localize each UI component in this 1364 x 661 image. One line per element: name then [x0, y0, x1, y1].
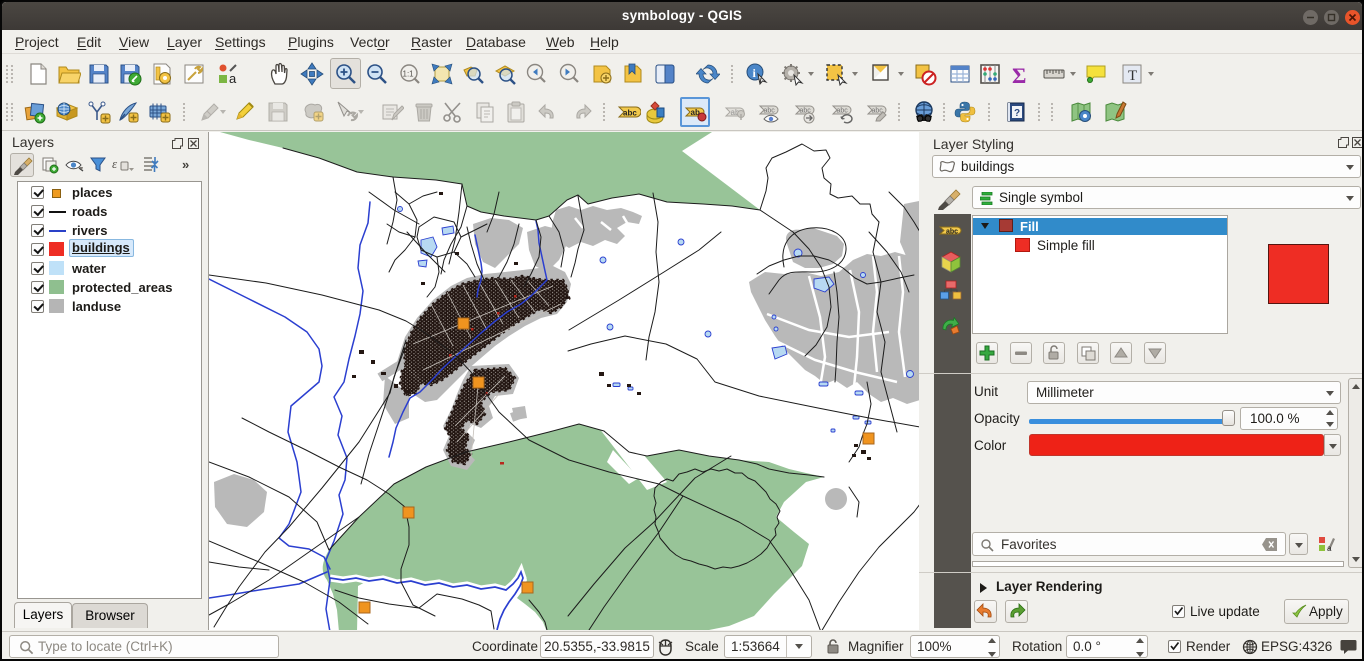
svg-text:?: ? — [1014, 108, 1020, 119]
svg-text:Σ: Σ — [1012, 63, 1026, 86]
svg-text:abc: abc — [946, 229, 958, 236]
svg-text:abc: abc — [837, 108, 849, 115]
svg-text:abc: abc — [623, 109, 637, 118]
svg-text:ε: ε — [112, 156, 118, 171]
svg-text:1:1: 1:1 — [403, 70, 415, 79]
svg-text:abc: abc — [764, 108, 776, 115]
svg-text:a: a — [229, 71, 237, 86]
svg-text:T: T — [1128, 68, 1137, 84]
svg-text:a: a — [1327, 544, 1332, 553]
